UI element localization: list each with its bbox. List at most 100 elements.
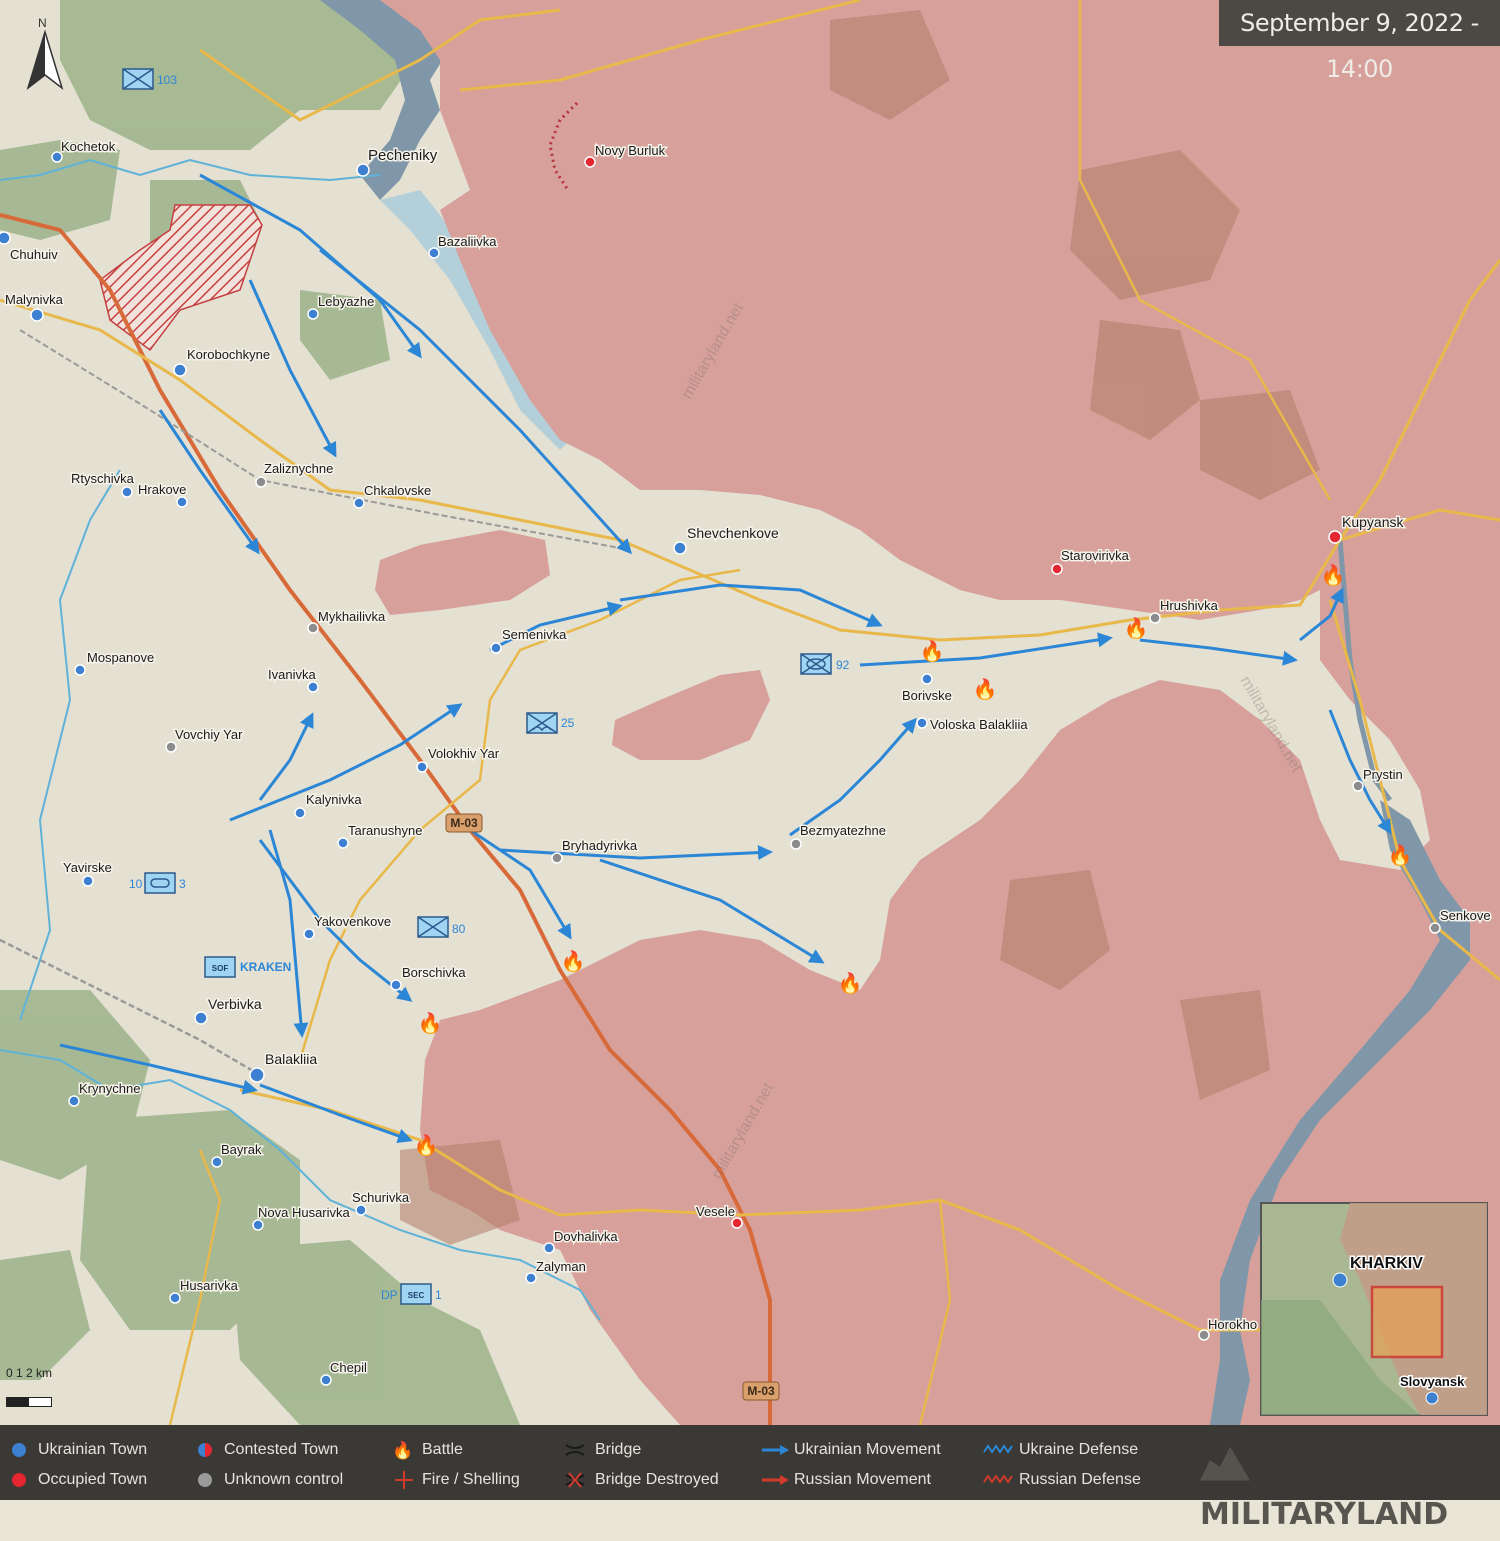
town-label: Malynivka xyxy=(5,292,64,307)
legend-contested-town: Contested Town xyxy=(224,1441,339,1458)
legend-unknown-control: Unknown control xyxy=(224,1471,344,1488)
town-dot-unknown xyxy=(255,476,267,488)
town-label: Pecheniky xyxy=(368,147,438,164)
battle-icon: 🔥 xyxy=(920,639,945,663)
legend-fire-shelling: Fire / Shelling xyxy=(422,1471,520,1488)
town-label: Zaliznychne xyxy=(264,461,333,476)
town-dot-ukrainian xyxy=(211,1156,223,1168)
town-dot-ukrainian xyxy=(490,642,502,654)
town-dot-unknown xyxy=(1352,780,1364,792)
ukrainian-town-icon xyxy=(12,1443,26,1457)
scale-label: 0 1 2 km xyxy=(6,1366,53,1380)
unknown-control-icon xyxy=(198,1473,212,1487)
town-dot-ukrainian xyxy=(74,664,86,676)
legend-ukrainian-movement: Ukrainian Movement xyxy=(794,1441,941,1458)
battle-icon: 🔥 xyxy=(418,1011,443,1035)
town-label: Schurivka xyxy=(352,1190,410,1205)
legend-ukraine-defense: Ukraine Defense xyxy=(1019,1441,1139,1458)
legend-ukrainian-town: Ukrainian Town xyxy=(38,1441,148,1458)
legend-bridge-destroyed: Bridge Destroyed xyxy=(595,1471,719,1488)
unit-label: 25 xyxy=(561,716,575,730)
town-dot-occupied xyxy=(1051,563,1063,575)
town-label: Volokhiv Yar xyxy=(428,746,500,761)
occupied-town-icon xyxy=(12,1473,26,1487)
legend-russian-defense: Russian Defense xyxy=(1019,1471,1141,1488)
town-dot-ukrainian xyxy=(916,717,928,729)
town-label: Prystin xyxy=(1363,767,1403,782)
town-label: Senkove xyxy=(1440,908,1491,923)
town-label: Voloska Balakliia xyxy=(930,717,1028,732)
battle-icon: 🔥 xyxy=(1388,843,1413,867)
north-label: N xyxy=(38,16,47,30)
road-shield-m03: M-03 xyxy=(747,1384,775,1398)
town-label: Balakliia xyxy=(265,1051,317,1067)
town-dot-ukrainian xyxy=(121,486,133,498)
battle-icon: 🔥 xyxy=(838,971,863,995)
town-dot-ukrainian xyxy=(416,761,428,773)
brand-logo: MILITARYLAND xyxy=(1200,1437,1480,1532)
scale-bar xyxy=(6,1397,52,1407)
map-area[interactable]: 🔥 🔥 🔥 🔥 🔥 🔥 🔥 🔥 🔥 Kochetok Pecheniky Nov… xyxy=(0,0,1500,1426)
unit-label: 10 xyxy=(129,877,143,891)
town-dot-ukrainian xyxy=(252,1219,264,1231)
battle-icon: 🔥 xyxy=(414,1133,439,1157)
town-dot-ukrainian xyxy=(173,363,187,377)
town-label: Kalynivka xyxy=(306,792,362,807)
town-dot-ukrainian xyxy=(249,1067,265,1083)
unit-label: 92 xyxy=(836,658,850,672)
town-label: Dovhalivka xyxy=(554,1229,618,1244)
battle-icon: 🔥 xyxy=(1321,563,1346,587)
unit-armor-icon xyxy=(144,872,176,894)
battle-icon: 🔥 xyxy=(392,1440,413,1460)
town-dot-ukrainian xyxy=(194,1011,208,1025)
town-label: Hrakove xyxy=(138,482,186,497)
town-dot-occupied xyxy=(584,156,596,168)
town-dot-ukrainian xyxy=(353,497,365,509)
fire-shelling-icon xyxy=(395,1471,413,1489)
town-dot-occupied xyxy=(731,1217,743,1229)
town-label: Lebyazhe xyxy=(318,294,374,309)
town-dot-ukrainian xyxy=(303,928,315,940)
unit-label: KRAKEN xyxy=(240,960,291,974)
battle-icon: 🔥 xyxy=(973,677,998,701)
inset-city-label: Slovyansk xyxy=(1400,1374,1465,1389)
town-dot-unknown xyxy=(307,622,319,634)
town-dot-ukrainian xyxy=(30,308,44,322)
unit-infantry-icon xyxy=(800,653,832,675)
town-label: Chuhuiv xyxy=(10,247,58,262)
town-dot-ukrainian xyxy=(294,807,306,819)
town-dot-ukrainian xyxy=(176,496,188,508)
town-dot-ukrainian xyxy=(82,875,94,887)
unit-label: DP xyxy=(381,1288,398,1302)
road-shield-m03: M-03 xyxy=(450,816,478,830)
town-label: Husarivka xyxy=(180,1278,239,1293)
town-dot-ukrainian xyxy=(525,1272,537,1284)
town-label: Kochetok xyxy=(61,139,116,154)
unit-airborne-icon xyxy=(526,712,558,734)
town-label: Mospanove xyxy=(87,650,154,665)
unit-infantry-icon xyxy=(417,916,449,938)
unit-sof-text: SOF xyxy=(212,964,229,973)
unit-label: 3 xyxy=(179,877,186,891)
town-label: Bayrak xyxy=(221,1142,262,1157)
inset-map: KHARKIV Slovyansk xyxy=(1260,1202,1488,1416)
town-dot-ukrainian xyxy=(307,308,319,320)
unit-label: 1 xyxy=(435,1288,442,1302)
town-dot-ukrainian xyxy=(390,979,402,991)
legend-battle: Battle xyxy=(422,1441,463,1458)
town-dot-ukrainian xyxy=(428,247,440,259)
town-dot-occupied xyxy=(1328,530,1342,544)
town-label: Rtyschivka xyxy=(71,471,135,486)
legend-bridge: Bridge xyxy=(595,1441,642,1458)
town-label: Bryhadyrivka xyxy=(562,838,638,853)
town-label: Ivanivka xyxy=(268,667,316,682)
town-label: Kupyansk xyxy=(1342,514,1404,530)
unit-label: 103 xyxy=(157,73,177,87)
legend-bar: 🔥 Ukrainian Town Occupied Town Contested… xyxy=(0,1425,1500,1532)
unit-label: 80 xyxy=(452,922,466,936)
town-label: Zalyman xyxy=(536,1259,586,1274)
battle-icon: 🔥 xyxy=(1124,616,1149,640)
unit-sec-icon: SEC xyxy=(400,1283,432,1305)
bridge-icon xyxy=(565,1444,585,1456)
town-dot-ukrainian xyxy=(337,837,349,849)
